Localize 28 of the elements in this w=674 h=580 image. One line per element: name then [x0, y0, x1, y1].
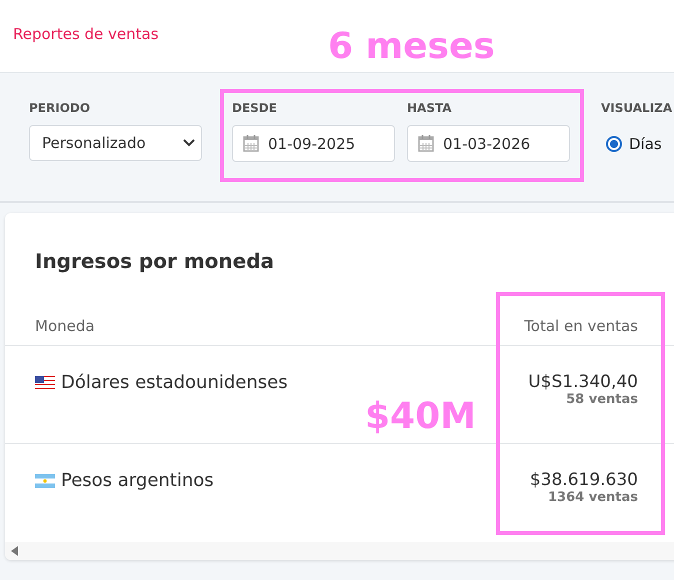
sales-count: 58 ventas [566, 392, 638, 408]
currency-name: Pesos argentinos [61, 470, 214, 492]
radio-label[interactable]: Días [629, 134, 662, 152]
sales-total: $38.619.630 [530, 470, 638, 490]
card-title: Ingresos por moneda [34, 248, 276, 275]
calendar-icon [243, 135, 259, 152]
horizontal-scrollbar[interactable] [5, 542, 674, 560]
sales-count: 1364 ventas [548, 490, 638, 506]
flag-icon [35, 474, 55, 488]
chevron-down-icon [183, 139, 195, 147]
sales-total: U$S1.340,40 [528, 372, 638, 392]
annotation-text: 6 meses [328, 26, 495, 67]
column-header: Moneda [35, 317, 95, 336]
period-select[interactable]: Personalizado [29, 125, 202, 161]
currency-name: Dólares estadounidenses [61, 372, 288, 394]
calendar-icon [418, 135, 434, 152]
date-field[interactable]: 01-09-2025 [232, 125, 395, 162]
field-label: VISUALIZA [601, 101, 672, 116]
radio-button[interactable] [606, 136, 622, 152]
page-title: Reportes de ventas [13, 25, 159, 43]
field-label: PERIODO [29, 101, 92, 116]
annotation-text: $40M [365, 396, 476, 437]
date-field[interactable]: 01-03-2026 [407, 125, 570, 162]
field-label: DESDE [232, 101, 278, 116]
column-header: Total en ventas [524, 317, 638, 336]
flag-icon [35, 376, 55, 390]
field-label: HASTA [407, 101, 453, 116]
scroll-left-icon[interactable] [11, 546, 18, 556]
